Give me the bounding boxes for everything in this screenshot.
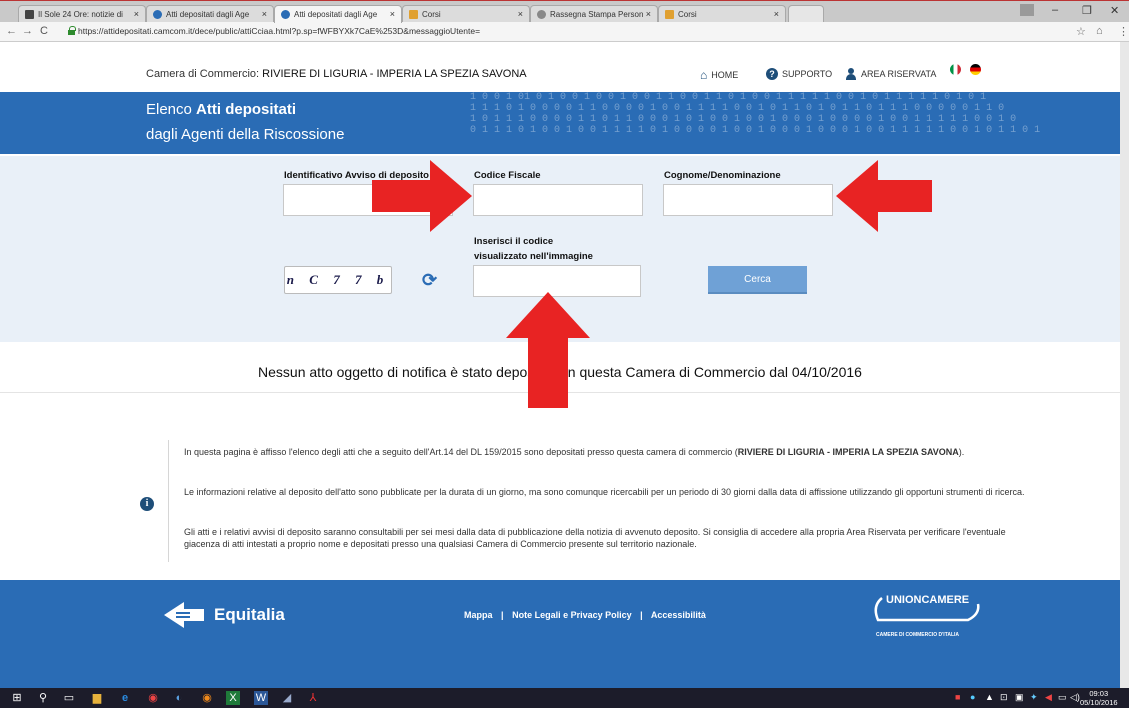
task-view-icon[interactable]: ▭	[62, 691, 76, 705]
search-button[interactable]: Cerca	[708, 266, 807, 294]
footer-links: Mappa | Note Legali e Privacy Policy | A…	[464, 610, 706, 620]
german-flag-icon[interactable]	[970, 64, 981, 75]
browser-tab[interactable]: Rassegna Stampa Person ×	[530, 5, 658, 23]
captcha-image: n C 7 7 b	[284, 266, 392, 294]
captcha-label: Inserisci il codice visualizzato nell'im…	[474, 236, 593, 262]
web-page: Camera di Commercio: RIVIERE DI LIGURIA …	[0, 42, 1120, 688]
tray-icon[interactable]: ▣	[1015, 692, 1024, 703]
support-link[interactable]: ? SUPPORTO	[766, 68, 832, 80]
browser-tab[interactable]: Corsi ×	[402, 5, 530, 23]
close-icon[interactable]: ×	[518, 9, 523, 19]
equitalia-logo[interactable]: Equitalia	[164, 600, 285, 630]
excel-icon[interactable]: X	[226, 691, 240, 705]
page-title: Elenco Atti depositati	[146, 101, 297, 118]
star-icon[interactable]: ☆	[1076, 25, 1086, 38]
window-close-icon[interactable]: ✕	[1110, 4, 1119, 17]
word-icon[interactable]: W	[254, 691, 268, 705]
forward-icon[interactable]: →	[22, 25, 33, 37]
unioncamere-logo[interactable]: UNIONCAMERE CAMERE DI COMMERCIO D'ITALIA	[868, 592, 988, 644]
page-banner: 1 0 0 1 01 0 1 0 0 1 0 0 1 0 0 1 1 0 0 1…	[0, 92, 1120, 154]
extension-icon[interactable]: ⌂	[1096, 25, 1103, 37]
browser-tab-active[interactable]: Atti depositati dagli Age ×	[274, 5, 402, 23]
home-icon: ⌂	[700, 68, 708, 82]
page-scrollbar[interactable]	[1120, 42, 1129, 688]
reload-icon[interactable]: C	[40, 25, 48, 37]
site-footer: Equitalia Mappa | Note Legali e Privacy …	[0, 580, 1120, 688]
camcom-icon	[281, 10, 290, 19]
annotation-arrow-right	[372, 160, 472, 232]
firefox-icon[interactable]: ◉	[200, 691, 214, 705]
browser-tab[interactable]: Atti depositati dagli Age ×	[146, 5, 274, 23]
map-link[interactable]: Mappa	[464, 610, 493, 620]
tray-icon[interactable]: ■	[955, 692, 960, 702]
network-icon[interactable]: ▭	[1058, 692, 1067, 703]
user-icon	[845, 68, 857, 80]
close-icon[interactable]: ×	[134, 9, 139, 19]
taskbar: ⊞ ⚲ ▭ ▆ e ◉ ◐ ◉ X W ◢ ⅄ ■ ● ▲ ⊡ ▣ ✦ ◀ ▭ …	[0, 688, 1129, 708]
page-subtitle: dagli Agenti della Riscossione	[146, 126, 345, 143]
legal-link[interactable]: Note Legali e Privacy Policy	[512, 610, 632, 620]
accessibility-link[interactable]: Accessibilità	[651, 610, 706, 620]
camcom-icon	[153, 10, 162, 19]
chrome-icon[interactable]: ◉	[146, 691, 160, 705]
annotation-arrow-up	[506, 292, 590, 408]
help-icon: ?	[766, 68, 778, 80]
chamber-name: RIVIERE DI LIGURIA - IMPERIA LA SPEZIA S…	[262, 68, 527, 80]
tray-icon[interactable]: ⊡	[1000, 692, 1008, 703]
codice-fiscale-input[interactable]	[473, 184, 643, 216]
minimize-icon[interactable]: –	[1052, 4, 1058, 16]
close-icon[interactable]: ×	[774, 9, 779, 19]
cognome-input[interactable]	[663, 184, 833, 216]
rassegna-icon	[537, 10, 546, 19]
chamber-label: Camera di Commercio: RIVIERE DI LIGURIA …	[146, 68, 527, 80]
tray-icon[interactable]: ●	[970, 692, 975, 702]
corsi-icon	[665, 10, 674, 19]
close-icon[interactable]: ×	[390, 9, 395, 19]
search-icon[interactable]: ⚲	[36, 691, 50, 705]
annotation-arrow-left	[836, 160, 932, 232]
home-link[interactable]: ⌂ HOME	[700, 68, 738, 82]
refresh-captcha-icon[interactable]: ⟳	[422, 270, 437, 291]
browser-tab[interactable]: Il Sole 24 Ore: notizie di ×	[18, 5, 146, 23]
info-paragraph-3: Gli atti e i relativi avvisi di deposito…	[184, 527, 1006, 549]
menu-icon[interactable]: ⋮	[1118, 25, 1129, 38]
acrobat-icon[interactable]: ⅄	[306, 691, 320, 705]
tray-icon[interactable]: ◀	[1045, 692, 1052, 703]
back-icon[interactable]: ←	[6, 25, 17, 37]
url-field[interactable]: https://attidepositati.camcom.it/dece/pu…	[78, 26, 480, 36]
reserved-area-link[interactable]: AREA RISERVATA	[845, 68, 936, 80]
file-explorer-icon[interactable]: ▆	[90, 691, 104, 705]
equitalia-icon	[164, 602, 204, 628]
tray-icon[interactable]: ✦	[1030, 692, 1038, 703]
info-divider	[168, 440, 169, 562]
address-bar: ← → C https://attidepositati.camcom.it/d…	[0, 22, 1129, 42]
user-icon[interactable]	[1020, 4, 1034, 16]
info-paragraph-2: Le informazioni relative al deposito del…	[184, 487, 1025, 497]
start-icon[interactable]: ⊞	[10, 691, 24, 705]
info-icon: i	[140, 497, 154, 511]
info-paragraph-1: In questa pagina è affisso l'elenco degl…	[184, 447, 965, 457]
italian-flag-icon[interactable]	[950, 64, 961, 75]
browser-tab[interactable]: Corsi ×	[658, 5, 786, 23]
binary-decoration: 1 0 0 1 01 0 1 0 0 1 0 0 1 0 0 1 1 0 0 1…	[470, 92, 1041, 136]
app-icon[interactable]: ◐	[172, 691, 186, 705]
app-icon[interactable]: ◢	[280, 691, 294, 705]
sole24ore-icon	[25, 10, 34, 19]
site-topbar: Camera di Commercio: RIVIERE DI LIGURIA …	[0, 42, 1120, 89]
clock[interactable]: 09:03 05/10/2016	[1080, 689, 1118, 707]
edge-icon[interactable]: e	[118, 691, 132, 705]
lock-icon	[68, 26, 76, 35]
maximize-icon[interactable]: ❐	[1082, 4, 1092, 17]
close-icon[interactable]: ×	[646, 9, 651, 19]
name-label: Cognome/Denominazione	[664, 170, 781, 181]
new-tab-button[interactable]	[788, 5, 824, 23]
tray-icon[interactable]: ▲	[985, 692, 994, 702]
corsi-icon	[409, 10, 418, 19]
cf-label: Codice Fiscale	[474, 170, 541, 181]
volume-icon[interactable]: ◁)	[1070, 692, 1080, 703]
browser-tab-bar: Il Sole 24 Ore: notizie di × Atti deposi…	[0, 0, 1129, 23]
close-icon[interactable]: ×	[262, 9, 267, 19]
